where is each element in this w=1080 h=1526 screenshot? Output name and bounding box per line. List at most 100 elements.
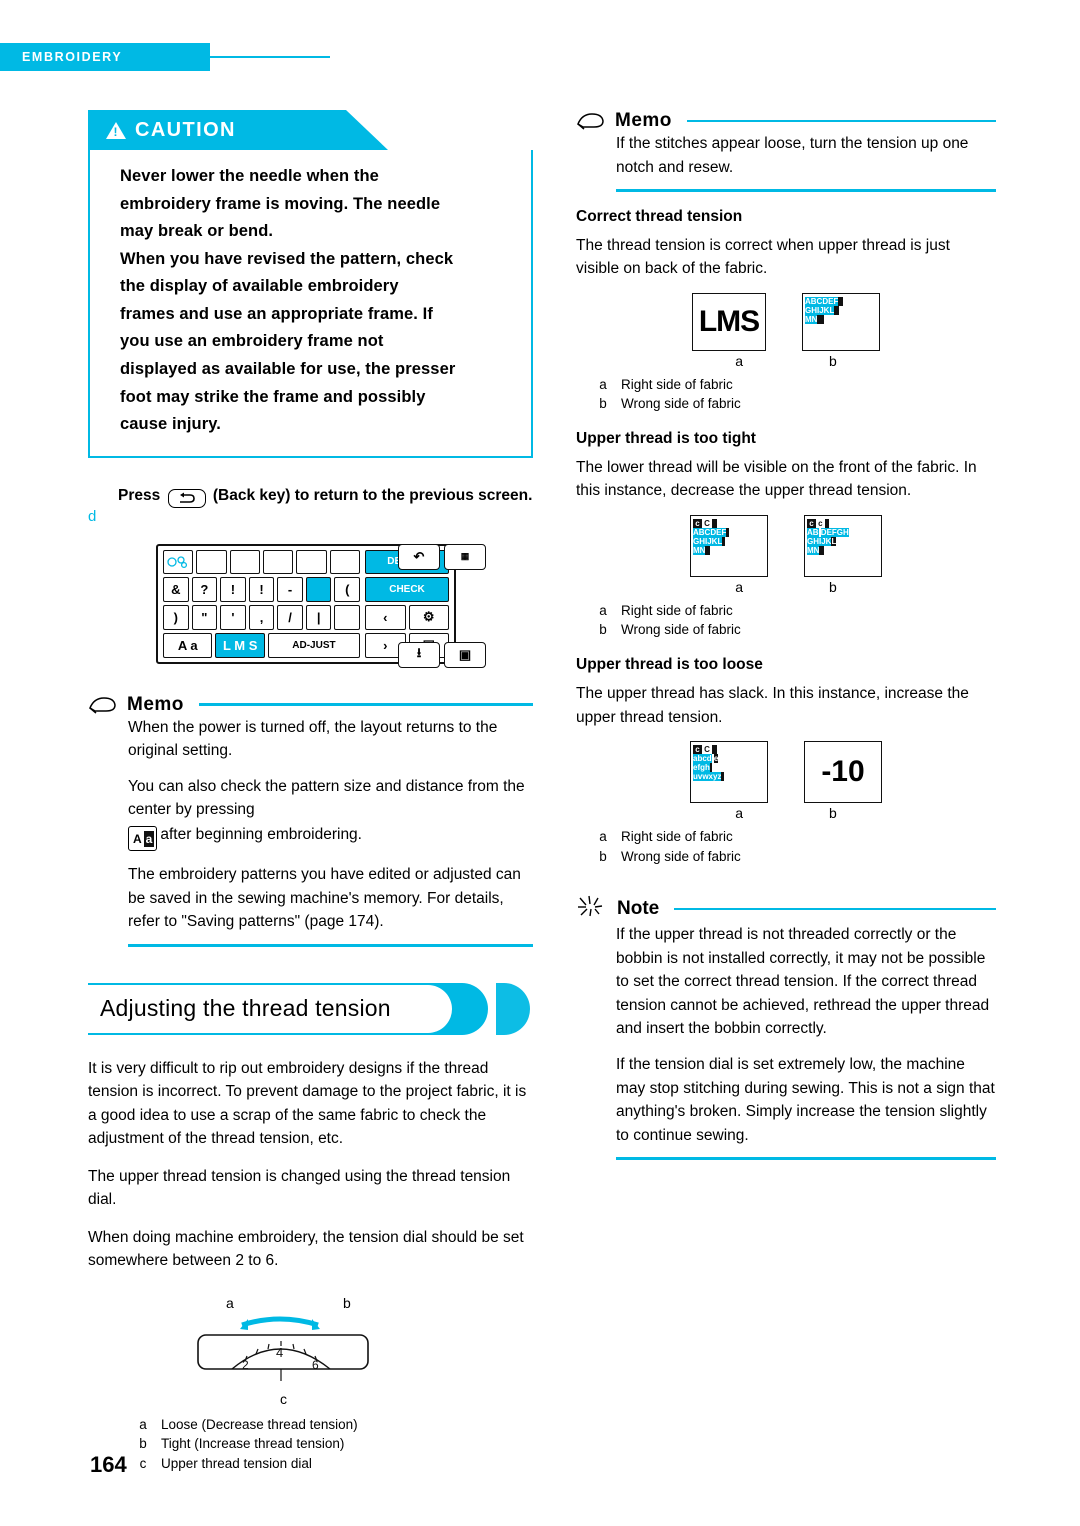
note-bottom-rule xyxy=(616,1157,996,1160)
legend-item: b Wrong side of fabric xyxy=(576,847,996,867)
key-comma[interactable]: , xyxy=(248,605,275,630)
lcd-row-2: ) " ' , / | xyxy=(163,605,361,630)
legend-key: c xyxy=(139,1456,147,1471)
section-inner: Adjusting the thread tension xyxy=(88,984,452,1033)
svg-text:4: 4 xyxy=(276,1345,283,1360)
key-exclaim-2[interactable]: ! xyxy=(248,577,275,603)
key-amp[interactable]: & xyxy=(163,577,189,603)
page-header: EMBROIDERY xyxy=(0,42,1080,72)
fig-label-b: b xyxy=(829,578,837,595)
body-paragraph: When doing machine embroidery, the tensi… xyxy=(88,1228,524,1270)
memory-icon[interactable]: ▣ xyxy=(444,641,486,668)
legend-text: Right side of fabric xyxy=(621,376,733,392)
left-column: CAUTION Never lower the needle when the … xyxy=(88,110,533,1474)
key-question[interactable]: ? xyxy=(191,577,218,603)
key-exclaim[interactable]: ! xyxy=(220,577,246,603)
key-quote[interactable]: " xyxy=(191,605,218,630)
lcd-top-right-keys: ↶ ▦ ⭳ ▣ xyxy=(398,543,486,668)
key-pipe[interactable]: | xyxy=(305,605,332,630)
dial-label-b: b xyxy=(343,1294,351,1311)
too-loose-legend: a Right side of fabric b Wrong side of f… xyxy=(576,827,996,866)
warning-triangle-icon xyxy=(106,121,126,139)
note-rule xyxy=(674,907,996,910)
lcd-topkeys-row: ↶ ▦ xyxy=(398,543,486,570)
legend-key: b xyxy=(599,622,607,638)
legend-key: b xyxy=(139,1436,147,1452)
size-key[interactable]: L M S xyxy=(215,632,265,658)
caution-box: CAUTION Never lower the needle when the … xyxy=(88,110,533,458)
pattern-icon[interactable] xyxy=(196,549,227,575)
pattern-icon[interactable] xyxy=(296,549,327,575)
correct-paragraph: The thread tension is correct when upper… xyxy=(576,236,950,278)
caution-line: When you have revised the pattern, check xyxy=(120,249,454,268)
key-selected[interactable] xyxy=(305,577,332,603)
legend-text: Right side of fabric xyxy=(621,829,733,845)
memo-header-right: Memo xyxy=(576,110,996,132)
key-hyphen[interactable]: - xyxy=(277,577,303,603)
memo-rule xyxy=(686,119,996,123)
caution-line: you use an embroidery frame not xyxy=(120,332,384,351)
legend-item: a Right side of fabric xyxy=(576,375,996,395)
correct-ab-labels: a b xyxy=(576,353,996,369)
step-letter: d xyxy=(88,507,97,525)
fabric-sample-right-side: c C abcd e efgh uvwxyz xyxy=(690,741,768,804)
fabric-sample-wrong-side: -10 xyxy=(804,741,882,804)
dial-label-a: a xyxy=(226,1294,234,1311)
legend-text: Upper thread tension dial xyxy=(161,1456,312,1471)
key-paren-close[interactable]: ) xyxy=(163,605,189,630)
memo-header-left: Memo xyxy=(88,694,533,716)
too-loose-figures: c C abcd e efgh uvwxyz -10 xyxy=(576,741,996,804)
tension-dial-figure: a b 2 4 6 c xyxy=(88,1294,533,1407)
svg-text:2: 2 xyxy=(242,1358,249,1372)
legend-item: b Tight (Increase thread tension) xyxy=(88,1434,533,1454)
caution-line: embroidery frame is moving. The needle xyxy=(120,194,441,213)
memo-body-right: If the stitches appear loose, turn the t… xyxy=(576,132,996,192)
legend-item: b Wrong side of fabric xyxy=(576,394,996,414)
memo-paragraph: The embroidery patterns you have edited … xyxy=(128,866,521,931)
sample-text: c C abcd e efgh uvwxyz xyxy=(691,742,767,784)
case-toggle-key[interactable]: A a xyxy=(163,632,213,658)
note-header: Note xyxy=(576,894,996,923)
correct-heading: Correct thread tension xyxy=(576,207,743,225)
page-number: 164 xyxy=(90,1452,127,1477)
memo-rule xyxy=(198,703,533,706)
section-bar-tail xyxy=(496,982,530,1035)
too-tight-paragraph: The lower thread will be visible on the … xyxy=(576,458,977,500)
size-key-icon[interactable]: Aa xyxy=(128,825,158,852)
body-paragraph: It is very difficult to rip out embroide… xyxy=(88,1059,527,1148)
back-arrow-icon[interactable] xyxy=(167,488,206,508)
header-rule xyxy=(210,56,330,58)
lcd-row-icons xyxy=(163,549,360,575)
fig-label-a: a xyxy=(735,578,743,595)
sample-text: c c AB DEFGH GHIJKL MN xyxy=(807,518,849,555)
legend-item: b Wrong side of fabric xyxy=(576,620,996,640)
key-paren-open[interactable]: ( xyxy=(334,577,361,603)
flower-icon[interactable] xyxy=(163,549,194,575)
caution-line: Never lower the needle when the xyxy=(120,167,379,185)
note-paragraph: If the tension dial is set extremely low… xyxy=(616,1055,995,1144)
body-paragraph: The upper thread tension is changed usin… xyxy=(88,1167,511,1209)
note-label: Note xyxy=(617,897,660,919)
legend-text: Right side of fabric xyxy=(621,602,733,618)
pattern-icon[interactable] xyxy=(329,549,360,575)
frame-select-icon[interactable]: ▦ xyxy=(444,543,486,570)
legend-key: a xyxy=(599,376,607,392)
key-apostrophe[interactable]: ' xyxy=(220,605,246,630)
pattern-icon[interactable] xyxy=(262,549,294,575)
too-loose-paragraph: The upper thread has slack. In this inst… xyxy=(576,685,969,726)
memo-icon xyxy=(88,694,118,716)
key-blank[interactable] xyxy=(334,605,361,630)
key-slash[interactable]: / xyxy=(277,605,303,630)
fabric-sample-right-side: LMS xyxy=(692,292,766,351)
legend-text: Wrong side of fabric xyxy=(621,848,741,864)
step-d: d Press (Back key) to return to the prev… xyxy=(88,484,533,530)
section-body: It is very difficult to rip out embroide… xyxy=(88,1057,533,1273)
back-arrow-icon[interactable]: ↶ xyxy=(398,543,440,570)
fabric-sample-wrong-side: c c AB DEFGH GHIJKL MN xyxy=(804,514,882,577)
header-label: EMBROIDERY xyxy=(22,50,123,64)
save-icon[interactable]: ⭳ xyxy=(398,641,440,668)
legend-item: c Upper thread tension dial xyxy=(88,1454,533,1474)
pattern-icon[interactable] xyxy=(229,549,260,575)
adjust-key[interactable]: AD-JUST xyxy=(267,632,360,658)
